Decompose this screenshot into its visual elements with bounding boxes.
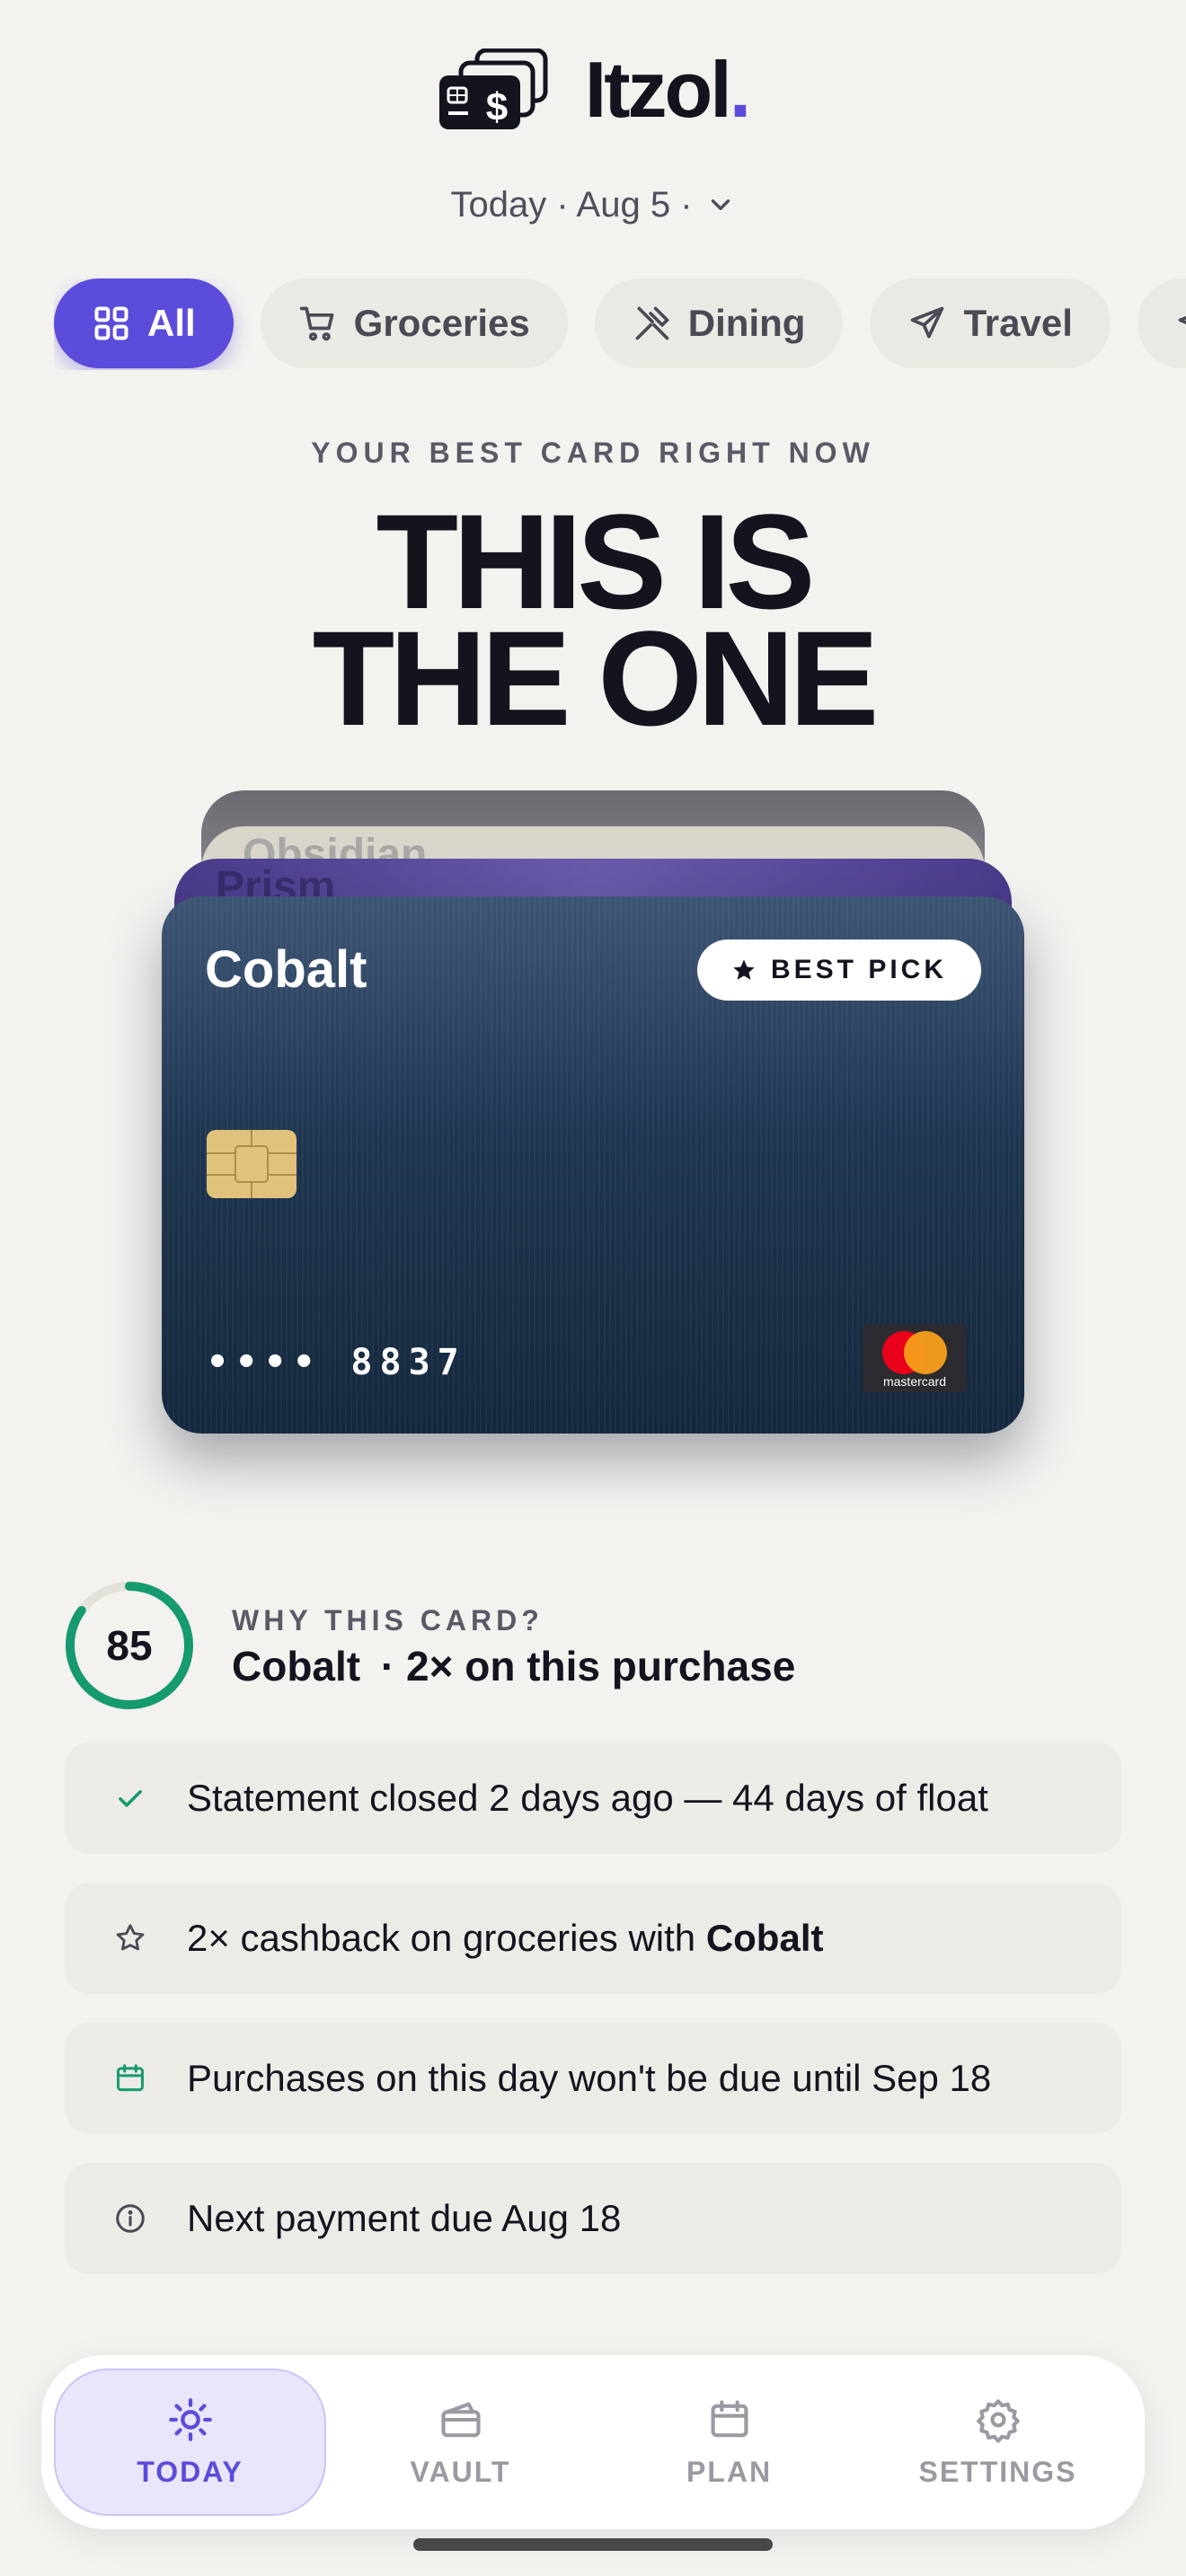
calendar-icon <box>117 2064 144 2092</box>
why-card-name: Cobalt <box>232 1643 361 1689</box>
card-network-label: mastercard <box>882 1374 947 1389</box>
nav-label: TODAY <box>137 2455 243 2488</box>
nav-label: SETTINGS <box>918 2455 1077 2488</box>
cart-icon <box>299 306 334 341</box>
date-selector[interactable]: Today · Aug 5 · <box>0 180 1186 230</box>
why-title: Cobalt · 2× on this purchase <box>232 1642 795 1690</box>
reason-item: 2× cashback on groceries with Cobalt <box>65 1883 1121 1994</box>
check-icon <box>119 1790 142 1807</box>
nav-tab-vault[interactable]: VAULT <box>326 2369 595 2516</box>
sun-icon <box>168 2397 212 2441</box>
filter-chip-label: All <box>147 302 196 344</box>
reason-text: Statement closed 2 days ago — 44 days of… <box>187 1777 988 1819</box>
cards-stack-logo-icon: $ <box>438 48 549 131</box>
filter-chip-all[interactable]: All <box>54 278 234 368</box>
headline-line-2: THE ONE <box>312 603 880 754</box>
category-filter-bar: All Groceries Dining Travel <box>54 278 1186 370</box>
reason-text: Purchases on this day won't be due until… <box>187 2057 992 2099</box>
reasons-list: Statement closed 2 days ago — 44 days of… <box>65 1742 1121 2303</box>
nav-label: PLAN <box>686 2455 773 2488</box>
date-label: Today · Aug 5 · <box>450 184 693 225</box>
recommended-card[interactable]: Cobalt BEST PICK •••• 8837 mastercard <box>162 896 1024 1434</box>
reason-item: Statement closed 2 days ago — 44 days of… <box>65 1742 1121 1854</box>
why-eyebrow: WHY THIS CARD? <box>232 1604 544 1636</box>
filter-chip-dining[interactable]: Dining <box>594 278 844 368</box>
best-pick-badge: BEST PICK <box>696 940 981 1001</box>
filter-chip-groceries[interactable]: Groceries <box>260 278 568 368</box>
reason-text: 2× cashback on groceries with Cobalt <box>187 1917 824 1959</box>
nav-tab-settings[interactable]: SETTINGS <box>863 2369 1132 2516</box>
why-this-card-section: 85 WHY THIS CARD? Cobalt · 2× on this pu… <box>63 1579 1123 1714</box>
nav-label: VAULT <box>410 2455 511 2488</box>
info-icon <box>116 2204 145 2233</box>
filter-chip-label: Groceries <box>353 302 530 344</box>
card-name: Cobalt <box>205 940 367 999</box>
star-icon <box>733 959 755 980</box>
reason-item: Purchases on this day won't be due until… <box>65 2023 1121 2134</box>
app-logo-text: Itzol. <box>584 45 751 134</box>
mastercard-logo-icon: mastercard <box>863 1324 967 1392</box>
star-icon <box>116 1924 145 1951</box>
filter-chip-travel[interactable]: Travel <box>870 278 1111 368</box>
plane-icon <box>911 306 944 339</box>
hero-eyebrow: YOUR BEST CARD RIGHT NOW <box>311 437 875 469</box>
filter-chip-label: Dining <box>687 302 806 344</box>
reason-text: Next payment due Aug 18 <box>187 2197 622 2239</box>
app-header: $ Itzol. <box>0 45 1186 135</box>
nav-tab-today[interactable]: TODAY <box>54 2369 326 2516</box>
filter-chip-label: Travel <box>963 302 1073 344</box>
badge-label: BEST PICK <box>770 955 947 984</box>
why-summary: · 2× on this purchase <box>380 1643 796 1689</box>
bottom-nav: TODAY VAULT PLAN SETTINGS <box>41 2355 1145 2529</box>
hero-headline: THIS IS THE ONE <box>0 494 1186 754</box>
plane-icon <box>1178 315 1186 325</box>
score-value: 85 <box>106 1622 153 1669</box>
card-stack[interactable]: Obsidian Prism Cobalt BEST PICK •••• 883… <box>162 790 1024 1455</box>
home-indicator <box>413 2538 773 2551</box>
chevron-down-icon <box>711 199 730 210</box>
filter-chip-more[interactable] <box>1137 278 1186 368</box>
wallet-icon <box>440 2402 481 2437</box>
svg-text:$: $ <box>486 85 508 129</box>
calendar-icon <box>711 2399 748 2437</box>
grid-icon <box>94 306 128 340</box>
card-number: •••• 8837 <box>207 1342 466 1383</box>
nav-tab-plan[interactable]: PLAN <box>595 2369 863 2516</box>
card-chip-icon <box>207 1130 296 1198</box>
utensils-icon <box>635 306 669 340</box>
gear-icon <box>976 2398 1020 2443</box>
reason-item: Next payment due Aug 18 <box>65 2163 1121 2274</box>
